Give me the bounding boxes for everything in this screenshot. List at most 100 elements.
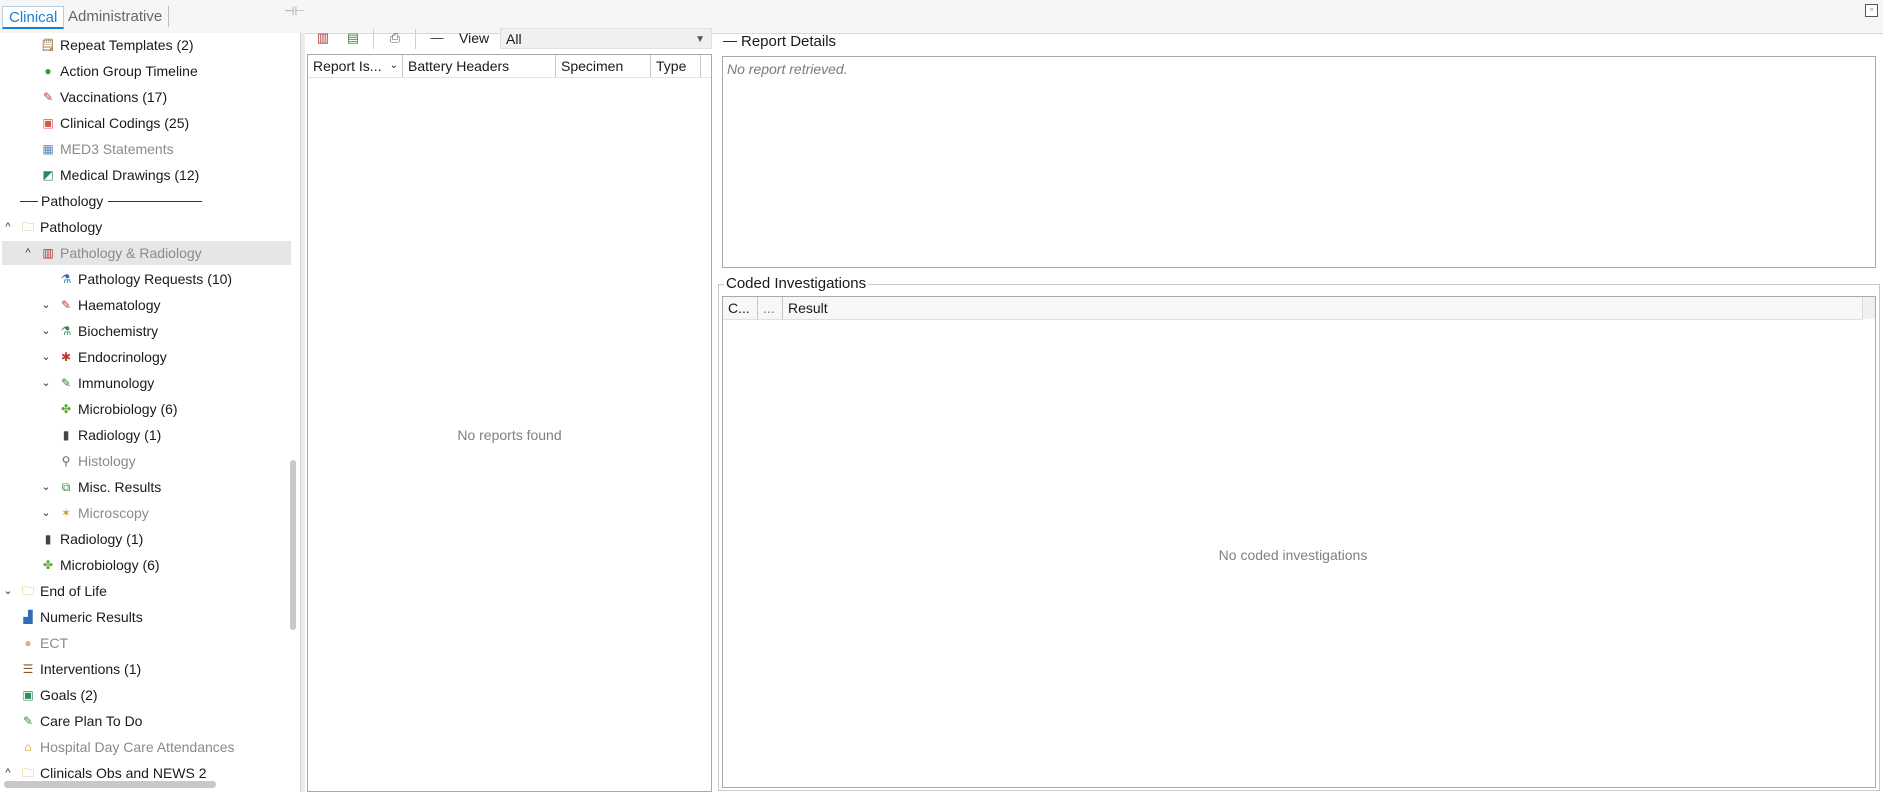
export-results-icon[interactable]: ▤ — [344, 29, 362, 47]
reports-toolbar: ▥ ▤ ⎙ — View All ▼ — [306, 26, 714, 52]
print-icon[interactable]: ⎙ — [386, 29, 404, 47]
column-result[interactable]: Result — [783, 297, 1863, 319]
tree-item[interactable]: ● ECT — [0, 631, 290, 655]
coded-investigations-list[interactable]: C... ... Result No coded investigations — [722, 296, 1876, 788]
coding-icon: ▣ — [42, 116, 54, 130]
beaker-icon: ⚗ — [60, 324, 72, 338]
tree-item-label: Immunology — [78, 375, 155, 391]
column-battery-headers[interactable]: Battery Headers — [403, 55, 556, 77]
tree-item[interactable]: ▟ Numeric Results — [0, 605, 290, 629]
tree-item[interactable]: ▣ Goals (2) — [0, 683, 290, 707]
chevron-down-icon[interactable]: ⌄ — [40, 501, 52, 525]
reports-list[interactable]: Report Is... ⌄ Battery Headers Specimen T… — [307, 54, 712, 792]
column-type[interactable]: Type — [651, 55, 701, 77]
tree-item-label: Biochemistry — [78, 323, 159, 339]
empty-coded-investigations-message: No coded investigations — [1218, 547, 1368, 563]
tree-item[interactable]: ▦ MED3 Statements — [0, 137, 290, 161]
repeat-template-icon: 🗒 — [40, 38, 56, 52]
tree-item-label: Microscopy — [78, 505, 149, 521]
test-tubes-icon[interactable]: ▥ — [314, 29, 332, 47]
restore-window-icon[interactable]: ▫ — [1865, 4, 1878, 17]
top-tab-bar: Clinical Administrative ⊣⊢ ▫ — [0, 0, 1883, 34]
tab-administrative[interactable]: Administrative — [62, 6, 170, 27]
tree-item-label: Haematology — [78, 297, 161, 313]
drawing-icon: ◩ — [42, 168, 54, 182]
tree-vertical-scrollbar[interactable] — [290, 460, 296, 630]
immunology-icon: ✎ — [60, 376, 72, 390]
hospital-icon: ⌂ — [24, 740, 32, 754]
chevron-down-icon[interactable]: ⌄ — [40, 475, 52, 499]
column-specimen[interactable]: Specimen — [556, 55, 651, 77]
tree-item-label: Repeat Templates (2) — [60, 37, 194, 53]
xray-icon: ▮ — [44, 532, 52, 546]
tree-item[interactable]: ⌄ ✎ Haematology — [0, 293, 290, 317]
empty-reports-message: No reports found — [457, 427, 562, 443]
tree-item-label: Pathology & Radiology — [60, 245, 202, 261]
tree-item[interactable]: ◩ Medical Drawings (12) — [0, 163, 290, 187]
tree-item[interactable]: ⌄ ✶ Microscopy — [0, 501, 290, 525]
tree-item[interactable]: ✤ Microbiology (6) — [0, 553, 290, 577]
syringe-icon: ✎ — [42, 90, 54, 104]
tree-item[interactable]: ☰ Interventions (1) — [0, 657, 290, 681]
med3-icon: ▦ — [42, 142, 54, 156]
separator-line-icon — [20, 201, 38, 202]
brain-icon: ● — [24, 636, 32, 650]
view-filter-select[interactable]: All ▼ — [500, 28, 712, 49]
tree-item-label: Vaccinations (17) — [60, 89, 168, 105]
tree-item-label: Care Plan To Do — [40, 713, 143, 729]
tree-item[interactable]: ✎ Care Plan To Do — [0, 709, 290, 733]
tree-item-label: Clinical Codings (25) — [60, 115, 190, 131]
chevron-down-icon[interactable]: ⌄ — [40, 345, 52, 369]
tree-item-label: ECT — [40, 635, 68, 651]
tree-item[interactable]: ⚲ Histology — [0, 449, 290, 473]
tree-item[interactable]: ● Action Group Timeline — [0, 59, 290, 83]
chevron-down-icon[interactable]: ⌄ — [40, 293, 52, 317]
tree-item[interactable]: ✎ Vaccinations (17) — [0, 85, 290, 109]
tree-item[interactable]: 🗒 Repeat Templates (2) — [0, 33, 290, 57]
chevron-down-icon[interactable]: ⌄ — [40, 371, 52, 395]
sort-chevron-icon: ⌄ — [389, 60, 398, 71]
tree-item-label: Hospital Day Care Attendances — [40, 739, 235, 755]
tree-item[interactable]: ⌄ 🗀 End of Life — [0, 579, 290, 603]
collapse-icon[interactable]: — — [723, 32, 737, 48]
pane-splitter[interactable] — [300, 33, 305, 792]
tree-item[interactable]: ⚗ Pathology Requests (10) — [0, 267, 290, 291]
tree-item[interactable]: ✤ Microbiology (6) — [0, 397, 290, 421]
chevron-up-icon[interactable]: ^ — [22, 241, 34, 265]
test-tubes-icon: ▥ — [42, 246, 54, 260]
tab-clinical[interactable]: Clinical — [2, 6, 65, 29]
toolbar-divider — [415, 29, 416, 49]
tree-item-label: Histology — [78, 453, 136, 469]
tree-item[interactable]: ^ ▥ Pathology & Radiology — [2, 241, 291, 265]
tree-item[interactable]: ▣ Clinical Codings (25) — [0, 111, 290, 135]
pin-icon[interactable]: ⊣⊢ — [284, 4, 305, 18]
chevron-down-icon: ▼ — [695, 34, 705, 45]
tree-item[interactable]: ▮ Radiology (1) — [0, 527, 290, 551]
tree-item-label: Microbiology (6) — [60, 557, 160, 573]
tree-item[interactable]: Pathology — [0, 189, 290, 213]
tree-item[interactable]: ⌂ Hospital Day Care Attendances — [0, 735, 290, 759]
goals-icon: ▣ — [22, 688, 34, 702]
column-flag[interactable]: ... — [758, 297, 783, 319]
collapse-icon[interactable]: — — [428, 29, 446, 47]
folder-icon: 🗀 — [21, 766, 34, 780]
tree-horizontal-scrollbar[interactable] — [4, 781, 216, 788]
column-code[interactable]: C... — [723, 297, 758, 319]
report-details-title: Report Details — [741, 33, 837, 50]
chevron-up-icon[interactable]: ^ — [2, 215, 14, 239]
microbe-icon: ✤ — [42, 558, 54, 572]
column-report-issued[interactable]: Report Is... ⌄ — [308, 55, 403, 77]
tree-item[interactable]: ▮ Radiology (1) — [0, 423, 290, 447]
tree-item[interactable]: ⌄ ✎ Immunology — [0, 371, 290, 395]
tree-item-label: Pathology — [40, 219, 103, 235]
coded-investigations-title: Coded Investigations — [724, 275, 869, 292]
tree-item[interactable]: ⌄ ⧉ Misc. Results — [0, 475, 290, 499]
tree-item[interactable]: ⌄ ⚗ Biochemistry — [0, 319, 290, 343]
chevron-down-icon[interactable]: ⌄ — [2, 579, 14, 603]
tree-item-label: Interventions (1) — [40, 661, 142, 677]
microscopy-icon: ✶ — [60, 506, 72, 520]
tree-item[interactable]: ^ 🗀 Pathology — [0, 215, 290, 239]
chevron-down-icon[interactable]: ⌄ — [40, 319, 52, 343]
view-filter-value: All — [506, 31, 522, 47]
tree-item[interactable]: ⌄ ✱ Endocrinology — [0, 345, 290, 369]
